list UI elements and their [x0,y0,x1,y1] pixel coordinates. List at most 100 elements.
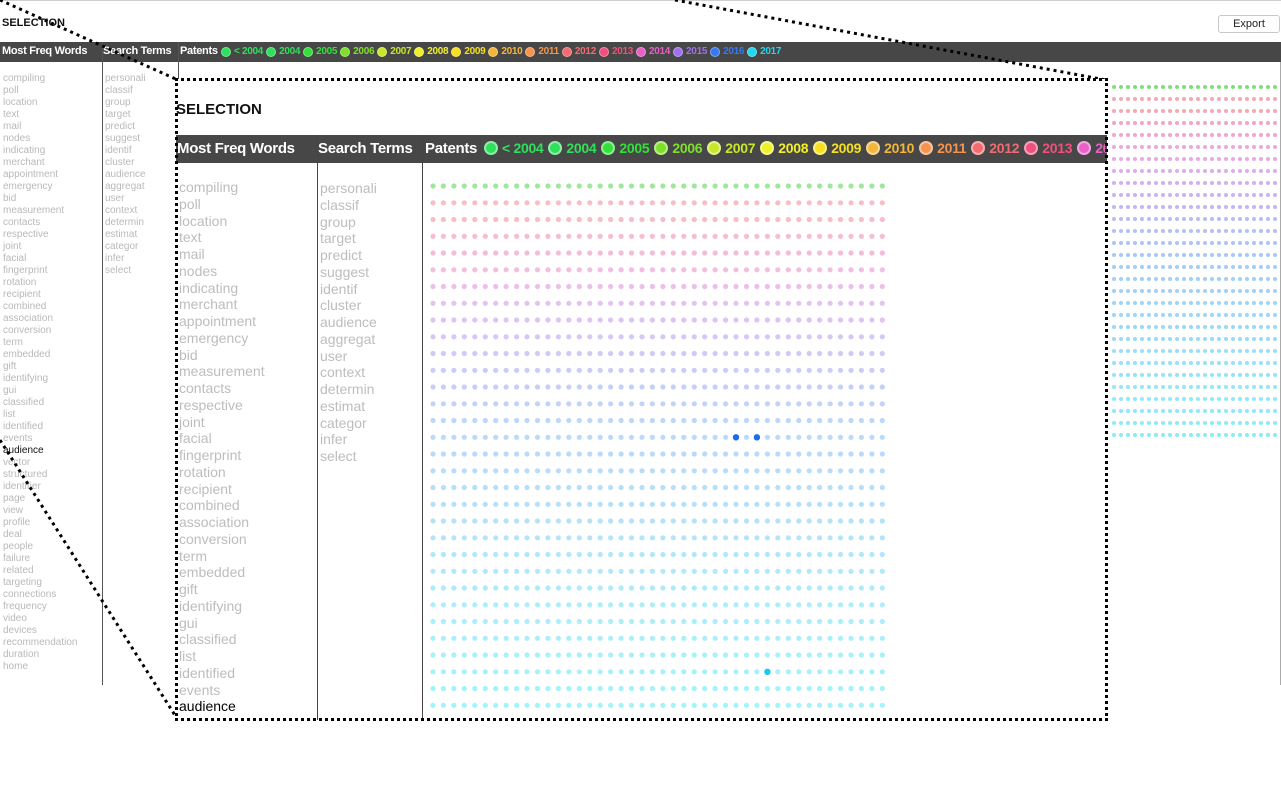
list-item[interactable]: identified [179,665,317,682]
patent-dot[interactable] [764,551,770,558]
patent-dot[interactable] [503,551,509,558]
patent-dot[interactable] [1266,121,1270,125]
list-item[interactable]: contacts [3,217,101,229]
patent-dot[interactable] [628,685,635,692]
patent-dot[interactable] [524,233,530,239]
patent-dot[interactable] [472,451,478,457]
patent-dot[interactable] [639,183,645,189]
list-item[interactable]: audience [3,445,101,457]
patent-dot[interactable] [827,669,833,675]
patent-dot[interactable] [1273,385,1277,389]
legend-item[interactable]: 2012 [561,46,596,57]
patent-dot[interactable] [1161,265,1165,269]
patent-dot[interactable] [1168,301,1172,305]
patent-dot[interactable] [639,250,645,256]
patent-dot[interactable] [660,652,666,658]
header-patents[interactable]: Patents [180,45,218,57]
patent-dot[interactable] [566,401,572,407]
patent-dot[interactable] [555,468,561,474]
patent-dot[interactable] [608,401,614,407]
patent-dot[interactable] [796,401,802,407]
patent-dot[interactable] [681,518,687,524]
patent-dot[interactable] [670,635,676,641]
list-item[interactable]: appointment [3,169,101,181]
patent-dot[interactable] [1273,265,1277,269]
patent-dot[interactable] [514,635,520,641]
patent-dot[interactable] [670,367,676,373]
patent-dot[interactable] [545,334,551,340]
patent-dot[interactable] [879,535,885,541]
patent-dot[interactable] [827,685,833,692]
patent-dot[interactable] [597,216,603,223]
patent-dot[interactable] [597,267,603,273]
patent-dot[interactable] [1224,241,1228,245]
patent-dot[interactable] [555,283,561,290]
patent-dot[interactable] [660,501,666,507]
patent-dot[interactable] [817,216,823,223]
patent-dot[interactable] [785,602,791,608]
patent-dot[interactable] [775,384,781,390]
patent-dot[interactable] [555,384,561,390]
patent-dot[interactable] [534,350,541,357]
patent-dot[interactable] [472,300,478,306]
patent-dot[interactable] [1203,301,1207,305]
patent-dot[interactable] [1266,289,1270,293]
list-item[interactable]: recommendation [3,637,101,649]
patent-dot[interactable] [837,602,844,608]
patent-dot[interactable] [837,501,844,507]
patent-dot[interactable] [1238,385,1242,389]
patent-dot[interactable] [681,384,687,390]
patent-dot[interactable] [733,484,739,491]
patent-dot[interactable] [514,417,520,424]
patent-dot[interactable] [1231,301,1235,305]
patent-dot[interactable] [649,501,655,507]
list-item[interactable]: identifier [3,481,101,493]
patent-dot[interactable] [1182,397,1186,401]
legend-item[interactable]: 2013 [1024,140,1072,156]
patent-dot[interactable] [566,568,572,574]
patent-dot[interactable] [608,702,614,708]
patent-dot[interactable] [628,250,635,256]
patent-dot[interactable] [1245,181,1249,185]
list-item[interactable]: personali [320,180,420,197]
patent-dot[interactable] [628,434,635,440]
patent-dot[interactable] [764,401,770,407]
patent-dot[interactable] [514,250,520,256]
patent-dot[interactable] [534,300,541,306]
patent-dot[interactable] [869,300,875,306]
patent-dot[interactable] [524,602,530,608]
patent-dot[interactable] [1175,421,1179,425]
patent-dot[interactable] [1112,157,1116,161]
patent-dot[interactable] [482,602,488,608]
patent-dot[interactable] [691,518,697,524]
patent-dot[interactable] [1196,337,1200,341]
patent-dot[interactable] [639,702,645,708]
patent-dot[interactable] [440,401,446,407]
patent-dot[interactable] [628,669,635,675]
patent-dot[interactable] [1245,85,1249,89]
patent-dot[interactable] [827,484,833,491]
patent-dot[interactable] [472,317,478,323]
patent-dot[interactable] [461,484,467,491]
legend-item[interactable]: 2005 [303,46,337,57]
patent-dot[interactable] [775,317,781,323]
patent-dot[interactable] [1259,241,1263,245]
list-item[interactable]: user [105,193,177,205]
patent-dot[interactable] [566,635,572,641]
patent-dot[interactable] [879,518,885,524]
patent-dot[interactable] [764,384,770,390]
patent-dot[interactable] [618,501,624,507]
patent-dot[interactable] [670,384,676,390]
patent-dot[interactable] [472,602,478,608]
patent-dot[interactable] [1231,361,1235,365]
patent-dot[interactable] [566,518,572,524]
patent-dot[interactable] [555,183,561,189]
patent-dot[interactable] [628,233,635,239]
patent-dot[interactable] [879,350,885,357]
patent-dot[interactable] [608,468,614,474]
patent-dot[interactable] [1203,277,1207,281]
patent-dot[interactable] [1126,109,1130,113]
patent-dot[interactable] [702,551,708,558]
patent-dot[interactable] [576,635,582,641]
patent-dot[interactable] [440,267,446,273]
